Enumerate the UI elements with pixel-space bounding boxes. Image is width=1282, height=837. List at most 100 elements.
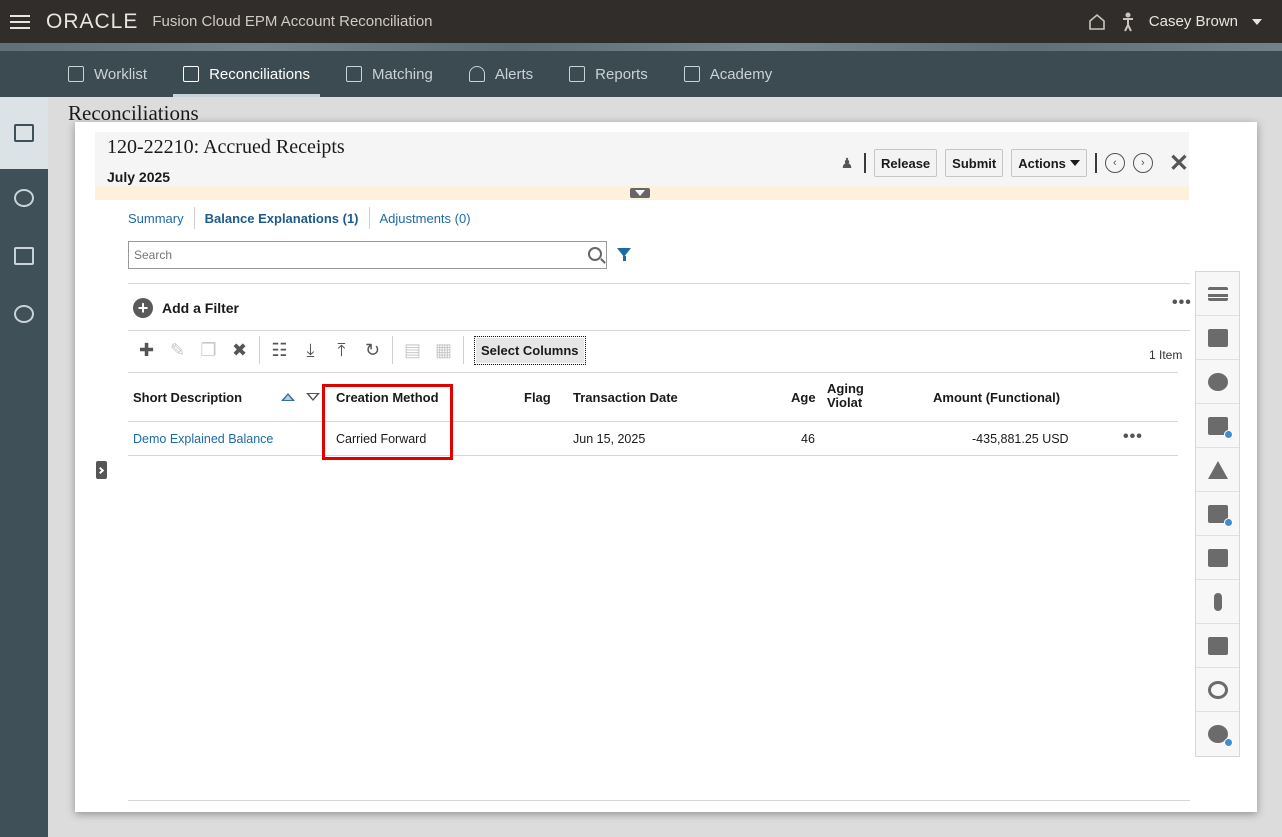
tab-matching[interactable]: Matching <box>328 51 451 97</box>
nav-strip: Worklist Reconciliations Matching Alerts… <box>0 43 1282 97</box>
list-icon <box>1207 286 1228 301</box>
table-header: Short Description Creation Method Flag T… <box>128 372 1178 422</box>
actions-button[interactable]: Actions <box>1011 149 1087 177</box>
rail-attachments[interactable] <box>1196 580 1239 624</box>
tab-label: Reconciliations <box>209 65 310 83</box>
dialog-title: 120-22210: Accrued Receipts <box>107 136 345 158</box>
tab-label: Matching <box>371 65 433 83</box>
tab-reports[interactable]: Reports <box>551 51 666 97</box>
divider <box>463 336 464 364</box>
remove-row-icon[interactable]: ▦ <box>428 338 459 362</box>
tab-alerts[interactable]: Alerts <box>451 51 551 97</box>
column-header-age[interactable]: Age <box>791 390 816 405</box>
item-count: 1 Item <box>1149 348 1183 362</box>
tab-label: Alerts <box>494 65 534 83</box>
column-header-transaction-date[interactable]: Transaction Date <box>573 390 678 405</box>
column-header-aging-violation[interactable]: Aging Violat <box>827 382 867 410</box>
menu-icon[interactable] <box>10 14 30 29</box>
tab-balance-explanations[interactable]: Balance Explanations (1) <box>195 207 370 229</box>
rail-reconciliations[interactable] <box>0 97 48 169</box>
delete-icon[interactable]: ✖ <box>224 338 255 362</box>
add-row-icon[interactable]: ▤ <box>397 338 428 362</box>
oracle-logo: ORACLE <box>46 9 139 33</box>
collapse-toggle-icon[interactable] <box>630 188 650 198</box>
sort-descending-icon[interactable] <box>306 393 320 401</box>
more-options-icon[interactable]: ••• <box>1172 294 1192 312</box>
tab-worklist[interactable]: Worklist <box>50 51 165 97</box>
assign-user-icon[interactable]: ♟ <box>838 154 856 172</box>
search-box <box>128 241 607 269</box>
rail-history[interactable] <box>1196 668 1239 712</box>
rail-alerts[interactable] <box>1196 360 1239 404</box>
attributes-icon <box>1207 504 1233 527</box>
cell-amount: -435,881.25 USD <box>972 432 1069 446</box>
rail-transactions[interactable] <box>0 169 48 227</box>
bell-icon <box>1207 372 1228 391</box>
close-icon[interactable]: ✕ <box>1169 149 1189 178</box>
table-row[interactable]: Demo Explained Balance Carried Forward J… <box>128 422 1178 456</box>
highlight-box <box>322 384 453 460</box>
play-icon <box>683 66 700 82</box>
user-menu[interactable]: Casey Brown <box>1149 13 1238 30</box>
rail-attributes[interactable] <box>1196 492 1239 536</box>
tab-label: Reports <box>595 65 648 83</box>
copy-icon[interactable]: ❐ <box>193 338 224 362</box>
upload-icon[interactable]: ⤒ <box>326 338 357 362</box>
expand-panel-icon[interactable] <box>96 461 107 479</box>
comment-icon <box>1207 636 1228 655</box>
collapse-banner <box>95 186 1189 200</box>
side-rail <box>0 97 48 837</box>
table-toolbar: ✚ ✎ ❐ ✖ ☷ ⤓ ⤒ ↻ ▤ ▦ Select Columns <box>131 334 586 366</box>
column-header-flag[interactable]: Flag <box>524 390 551 405</box>
rail-workflow[interactable] <box>1196 404 1239 448</box>
search-input[interactable] <box>129 242 569 268</box>
accessibility-icon[interactable] <box>1121 12 1135 32</box>
tab-academy[interactable]: Academy <box>666 51 791 97</box>
column-header-amount[interactable]: Amount (Functional) <box>933 390 1060 405</box>
rail-settings[interactable] <box>0 285 48 343</box>
add-filter-button[interactable]: + Add a Filter <box>133 298 239 318</box>
add-icon[interactable]: ✚ <box>131 338 162 362</box>
search-icon[interactable] <box>588 247 602 261</box>
rail-questions[interactable] <box>1196 536 1239 580</box>
gear-icon <box>14 305 34 323</box>
row-actions-icon[interactable]: ••• <box>1123 428 1143 446</box>
rail-properties[interactable] <box>1196 316 1239 360</box>
rail-schedule[interactable] <box>1196 712 1239 756</box>
edit-icon[interactable]: ✎ <box>162 338 193 362</box>
refresh-icon[interactable]: ↻ <box>357 338 388 362</box>
sort-ascending-icon[interactable] <box>281 393 295 401</box>
divider <box>259 336 260 364</box>
next-icon[interactable]: › <box>1132 153 1153 173</box>
previous-icon[interactable]: ‹ <box>1104 153 1125 173</box>
divider <box>128 800 1190 801</box>
freeze-columns-icon[interactable]: ☷ <box>264 338 295 362</box>
divider <box>392 336 393 364</box>
rail-warnings[interactable] <box>1196 448 1239 492</box>
tab-summary[interactable]: Summary <box>128 207 195 229</box>
cell-short-description-link[interactable]: Demo Explained Balance <box>133 432 273 446</box>
top-header: ORACLE Fusion Cloud EPM Account Reconcil… <box>0 0 1282 43</box>
tab-adjustments[interactable]: Adjustments (0) <box>370 207 481 229</box>
download-icon[interactable]: ⤓ <box>295 338 326 362</box>
reports-icon <box>569 66 586 82</box>
cell-transaction-date: Jun 15, 2025 <box>573 432 646 446</box>
cell-age: 46 <box>801 432 815 446</box>
rail-comments[interactable] <box>1196 624 1239 668</box>
chevron-down-icon[interactable] <box>1252 18 1262 25</box>
select-columns-button[interactable]: Select Columns <box>474 335 586 365</box>
reconciliations-icon <box>183 66 200 82</box>
tab-label: Academy <box>709 65 773 83</box>
rail-list-view[interactable] <box>1196 272 1239 316</box>
tab-reconciliations[interactable]: Reconciliations <box>165 51 328 97</box>
divider <box>864 153 866 173</box>
column-header-short-description[interactable]: Short Description <box>133 390 242 405</box>
app-title: Fusion Cloud EPM Account Reconciliation <box>152 13 433 30</box>
submit-button[interactable]: Submit <box>945 149 1004 177</box>
dialog-tabs: Summary Balance Explanations (1) Adjustm… <box>128 206 481 230</box>
document-info-icon <box>1207 328 1228 347</box>
rail-balances[interactable] <box>0 227 48 285</box>
filter-icon[interactable] <box>617 248 631 261</box>
home-icon[interactable] <box>1087 12 1107 32</box>
release-button[interactable]: Release <box>874 149 938 177</box>
